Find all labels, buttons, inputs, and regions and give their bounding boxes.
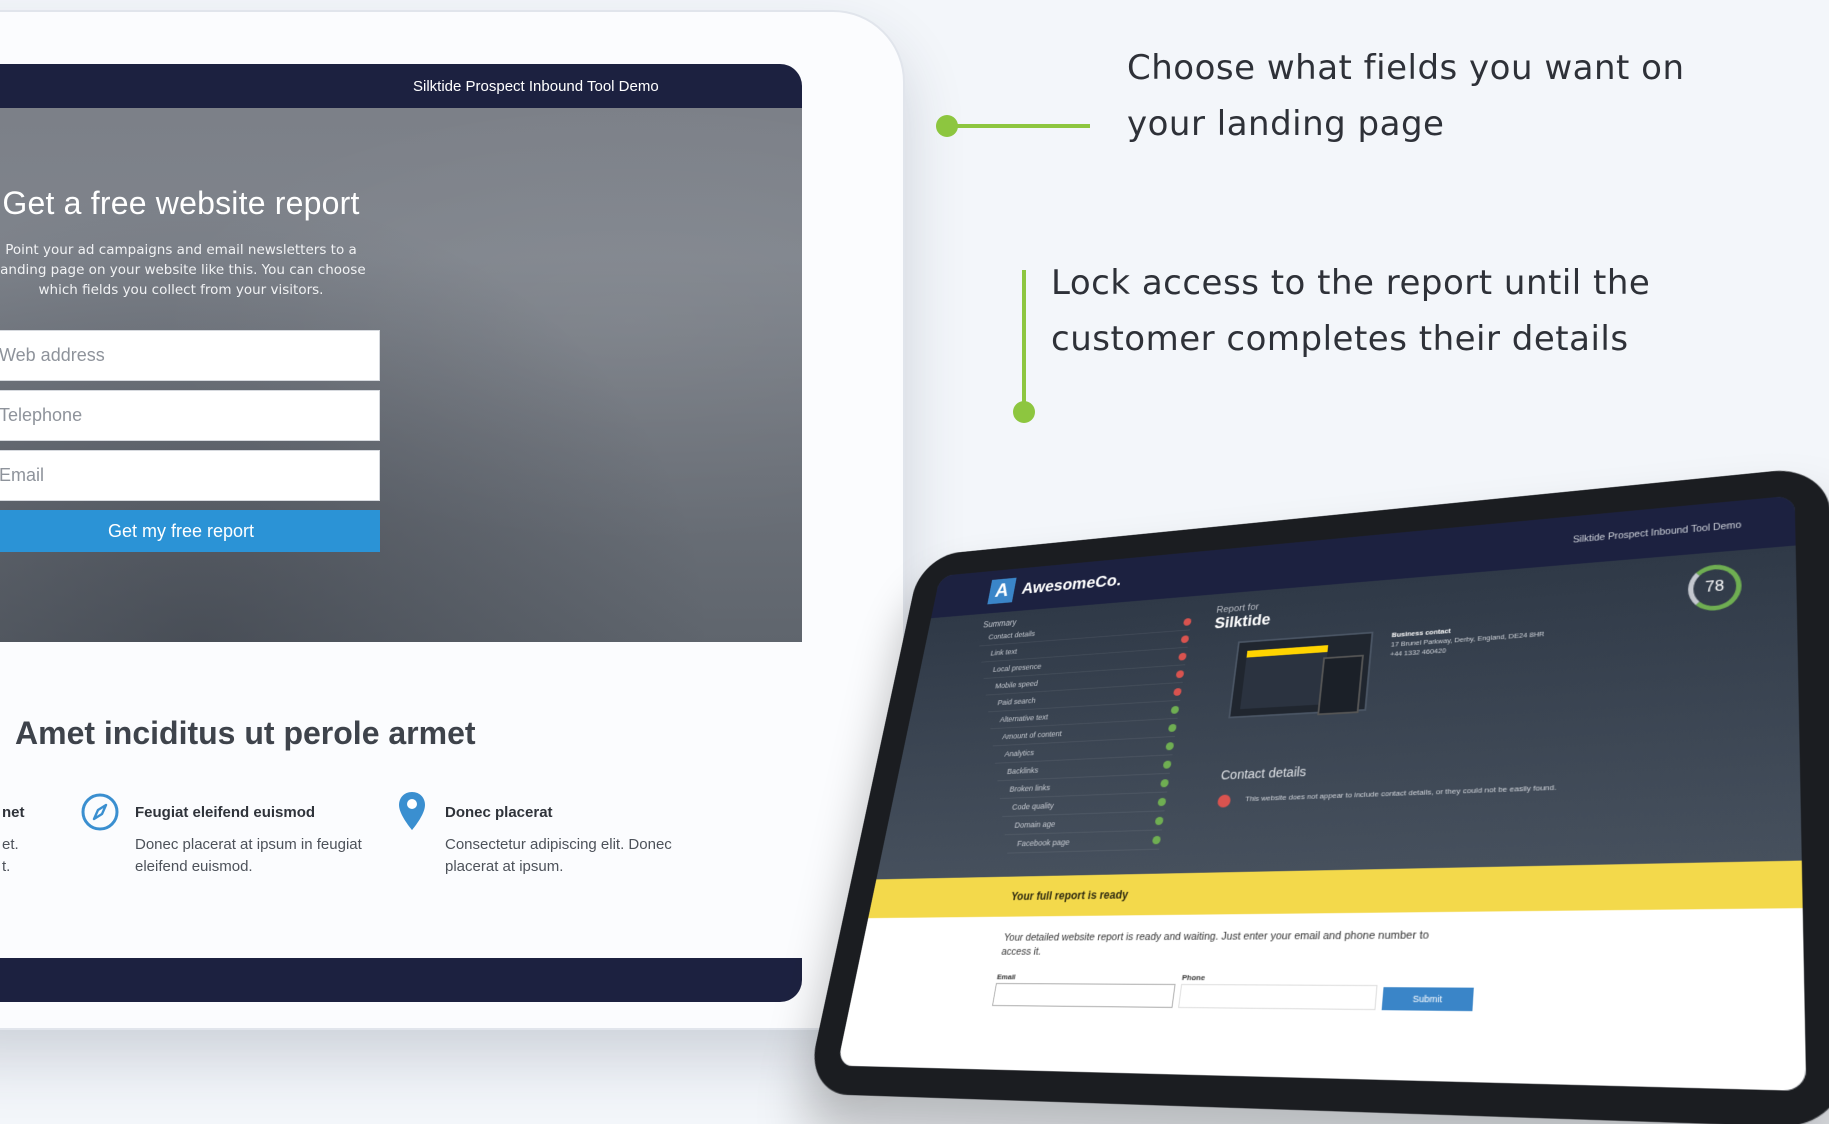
brand-name: AwesomeCo. (1020, 571, 1123, 598)
feature-text: et. t. (2, 836, 19, 875)
landing-features-section: Amet inciditus ut perole armet net et. t… (0, 642, 802, 958)
sidebar-item-label: Contact details (987, 629, 1036, 642)
callout-dot (936, 115, 958, 137)
callout-lock: Lock access to the report until the cust… (1051, 263, 1651, 359)
report-tablet: A AwesomeCo. Silktide Prospect Inbound T… (805, 465, 1829, 1124)
report-sidebar: Summary Contact details Link text Local pr… (938, 604, 1193, 855)
pass-status-icon (1157, 797, 1167, 807)
sidebar-item-label: Broken links (1008, 783, 1051, 794)
unlock-message: Your detailed website report is ready an… (1000, 929, 1430, 958)
feature-title: Feugiat eleifend euismod (135, 804, 316, 821)
unlock-report-form: Your detailed website report is ready an… (837, 908, 1807, 1091)
pass-status-icon (1162, 760, 1172, 769)
compass-icon (81, 793, 119, 831)
map-pin-icon (399, 792, 425, 830)
feature-item: Feugiat eleifend euismod Donec placerat … (135, 804, 395, 878)
sidebar-item-label: Link text (990, 647, 1018, 658)
landing-hero-content: Get a free website report Point your ad … (0, 185, 380, 552)
hero-title: Get a free website report (2, 185, 360, 221)
callout-connector-line (1022, 270, 1026, 410)
sidebar-item-label: Mobile speed (994, 679, 1039, 691)
sidebar-item-label: Code quality (1011, 801, 1055, 812)
website-screenshot (1228, 631, 1374, 719)
business-contact: Business contact 17 Brunel Parkway, Derb… (1390, 618, 1558, 659)
fail-icon (1216, 794, 1232, 808)
sidebar-list: Contact details Link text Local presence Mo… (938, 613, 1193, 855)
fail-status-icon (1173, 687, 1182, 697)
telephone-input[interactable]: Telephone (0, 390, 380, 441)
email-input[interactable]: Email (0, 450, 380, 501)
contact-details-message: This website does not appear to include … (1244, 783, 1557, 804)
pass-status-icon (1165, 742, 1175, 751)
pass-status-icon (1160, 779, 1170, 788)
email-label: Email (996, 972, 1017, 982)
sidebar-item[interactable]: Facebook page (1007, 830, 1162, 854)
submit-button[interactable]: Submit (1381, 987, 1474, 1012)
feature-item: net et. t. (2, 804, 25, 878)
sidebar-item-label: Domain age (1013, 819, 1057, 830)
report-tablet-frame: A AwesomeCo. Silktide Prospect Inbound T… (805, 465, 1829, 1124)
report-email-input[interactable] (992, 983, 1176, 1008)
sidebar-item-label: Facebook page (1016, 837, 1071, 849)
fail-status-icon (1175, 670, 1185, 679)
unlock-fields: Email Phone Submit (992, 973, 1805, 1015)
callout-dot (1013, 401, 1035, 423)
callout-fields: Choose what fields you want on your land… (1127, 48, 1685, 144)
sidebar-item-label: Alternative text (999, 712, 1049, 724)
sidebar-item-label: Analytics (1003, 748, 1035, 759)
awesomeco-logo-icon: A (987, 577, 1017, 605)
pass-status-icon (1167, 723, 1177, 733)
fail-status-icon (1178, 652, 1187, 661)
sidebar-item-label: Paid search (996, 696, 1037, 707)
email-field-group: Email (992, 973, 1177, 1008)
sidebar-item-label: Local presence (992, 662, 1043, 674)
feature-title: Donec placerat (445, 804, 553, 821)
report-demo-title: Silktide Prospect Inbound Tool Demo (1572, 520, 1742, 545)
report-phone-input[interactable] (1178, 984, 1378, 1011)
landing-footer (0, 958, 802, 1002)
fail-status-icon (1180, 635, 1190, 644)
pass-status-icon (1154, 816, 1164, 826)
phone-label: Phone (1181, 973, 1206, 983)
sidebar-item-label: Backlinks (1006, 765, 1040, 776)
landing-topbar-title: Silktide Prospect Inbound Tool Demo (413, 77, 659, 95)
feature-item: Donec placerat Consectetur adipiscing el… (445, 804, 705, 878)
sidebar-item-label: Amount of content (1001, 729, 1063, 741)
feature-title: net (2, 804, 25, 821)
landing-page-tablet: Silktide Prospect Inbound Tool Demo Get … (0, 10, 905, 1030)
get-free-report-button[interactable]: Get my free report (0, 510, 380, 552)
pass-status-icon (1170, 705, 1180, 714)
pass-status-icon (1151, 835, 1162, 845)
callout-connector-line (946, 124, 1090, 128)
features-section-title: Amet inciditus ut perole armet (15, 715, 476, 751)
feature-text: Donec placerat at ipsum in feugiat eleif… (135, 836, 362, 875)
contact-details-title: Contact details (1220, 764, 1308, 783)
web-address-input[interactable]: Web address (0, 330, 380, 381)
landing-hero: Get a free website report Point your ad … (0, 108, 802, 642)
fail-status-icon (1183, 617, 1192, 626)
feature-text: Consectetur adipiscing elit. Donec place… (445, 836, 672, 875)
hero-description: Point your ad campaigns and email newsle… (0, 242, 366, 298)
report-screen: A AwesomeCo. Silktide Prospect Inbound T… (837, 495, 1807, 1091)
landing-page-screen: Silktide Prospect Inbound Tool Demo Get … (0, 64, 802, 1002)
phone-field-group: Phone (1178, 973, 1378, 1011)
landing-topbar: Silktide Prospect Inbound Tool Demo (0, 64, 802, 108)
report-request-form: Web address Telephone Email Get my free … (0, 330, 380, 552)
